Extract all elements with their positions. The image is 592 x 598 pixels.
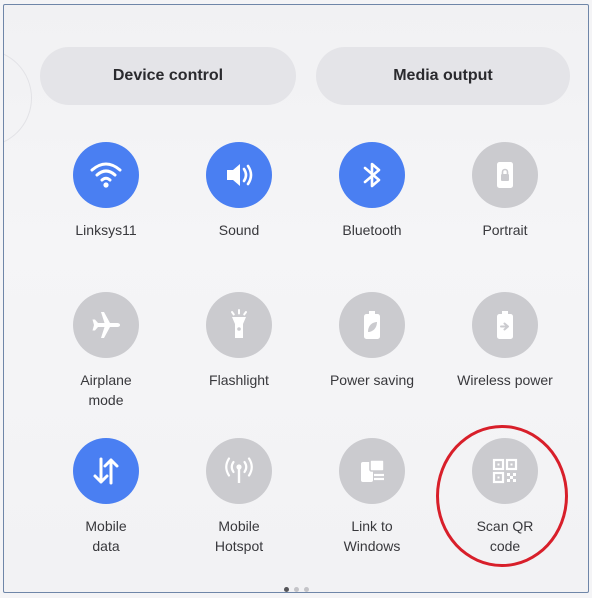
tile-power-saving[interactable]: Power saving [304,292,440,412]
link-windows-icon[interactable] [339,438,405,504]
wifi-icon[interactable] [73,142,139,208]
portrait-lock-icon[interactable] [472,142,538,208]
data-arrows-icon[interactable] [73,438,139,504]
tile-wifi[interactable]: Linksys11 [38,142,174,262]
tile-label: Mobile Hotspot [214,518,264,554]
flashlight-icon[interactable] [206,292,272,358]
tile-label: Portrait [482,222,528,238]
hotspot-icon[interactable] [206,438,272,504]
media-output-label: Media output [393,67,493,84]
tile-scan-qr-code[interactable]: Scan QR code [437,438,573,558]
tile-label: Sound [218,222,260,238]
speaker-icon[interactable] [206,142,272,208]
partial-circle-decoration [4,49,32,147]
tile-label: Airplane mode [80,372,132,408]
tile-label: Bluetooth [342,222,402,238]
bluetooth-icon[interactable] [339,142,405,208]
media-output-button[interactable]: Media output [316,47,570,105]
airplane-icon[interactable] [73,292,139,358]
page-indicator [4,587,588,592]
tile-sound[interactable]: Sound [171,142,307,262]
tile-label: Linksys11 [75,222,137,238]
tile-label: Wireless power [457,372,553,388]
tile-mobile-data[interactable]: Mobile data [38,438,174,558]
tile-label: Link to Windows [343,518,401,554]
tile-bluetooth[interactable]: Bluetooth [304,142,440,262]
tile-label: Power saving [329,372,415,388]
tile-label: Mobile data [85,518,127,554]
battery-arrow-icon[interactable] [472,292,538,358]
quick-panel: Device control Media output Linksys11 So… [3,4,589,593]
page-dot [303,587,309,592]
page-dot-active [283,587,289,592]
tile-label: Flashlight [209,372,269,388]
battery-leaf-icon[interactable] [339,292,405,358]
tile-airplane[interactable]: Airplane mode [38,292,174,412]
tile-flashlight[interactable]: Flashlight [171,292,307,412]
tile-label: Scan QR code [476,518,534,554]
qr-code-icon[interactable] [472,438,538,504]
page-dot [293,587,299,592]
tile-portrait[interactable]: Portrait [437,142,573,262]
device-control-button[interactable]: Device control [40,47,296,105]
tile-mobile-hotspot[interactable]: Mobile Hotspot [171,438,307,558]
device-control-label: Device control [112,67,224,84]
tile-wireless-power[interactable]: Wireless power [437,292,573,412]
tile-link-to-windows[interactable]: Link to Windows [304,438,440,558]
